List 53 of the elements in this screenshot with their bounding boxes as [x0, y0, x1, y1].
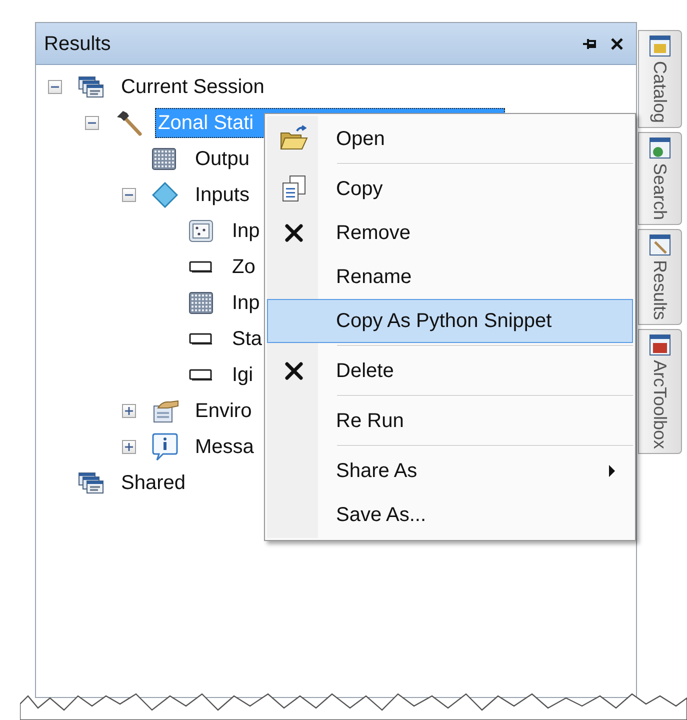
side-tab[interactable]: Catalog — [638, 30, 682, 128]
form-hand-icon — [152, 398, 180, 424]
map-layer-icon — [189, 220, 213, 242]
tree-item[interactable]: Messa — [192, 433, 257, 461]
menu-item[interactable]: Open — [267, 117, 633, 161]
menu-item[interactable]: Copy — [267, 167, 633, 211]
side-tab[interactable]: ArcToolbox — [638, 329, 682, 454]
window-hammer-icon — [649, 234, 671, 256]
side-tab[interactable]: Results — [638, 229, 682, 326]
plus-icon — [125, 407, 133, 415]
tree-item[interactable]: Zo — [229, 253, 258, 281]
expand-toggle[interactable] — [122, 440, 136, 454]
tree-item[interactable]: Igi — [229, 361, 256, 389]
collapse-toggle[interactable] — [48, 80, 62, 94]
tree-item[interactable]: Sta — [229, 325, 266, 353]
diamond-icon — [152, 182, 178, 208]
plus-icon — [125, 443, 133, 451]
expand-toggle[interactable] — [122, 404, 136, 418]
menu-item[interactable]: Rename — [267, 255, 633, 299]
panel-title: Results — [44, 32, 112, 56]
window-toolbox-icon — [649, 334, 671, 356]
windows-stack-icon — [78, 471, 104, 495]
text-field-icon — [189, 369, 213, 381]
windows-stack-icon — [78, 75, 104, 99]
text-field-icon — [189, 333, 213, 345]
tree-item[interactable]: Shared — [118, 469, 188, 497]
text-field-icon — [189, 261, 213, 273]
menu-item[interactable]: Delete — [267, 349, 633, 393]
menu-item[interactable]: Re Run — [267, 399, 633, 443]
tree-item[interactable]: Current Session — [118, 73, 268, 101]
menu-item[interactable]: Remove — [267, 211, 633, 255]
window-globe-icon — [649, 137, 671, 160]
side-tab[interactable]: Search — [638, 132, 682, 226]
tree-item[interactable]: Inp — [229, 289, 263, 317]
grid-icon — [152, 148, 176, 170]
tree-item[interactable]: Inputs — [192, 181, 252, 209]
collapse-toggle[interactable] — [122, 188, 136, 202]
copy-icon — [281, 175, 307, 203]
collapse-toggle[interactable] — [85, 116, 99, 130]
close-x-icon — [284, 361, 304, 381]
tree-item[interactable]: Outpu — [192, 145, 252, 173]
grid-icon — [189, 292, 213, 314]
window-folder-icon — [649, 35, 671, 57]
submenu-arrow-icon — [608, 464, 616, 478]
info-bubble-icon — [152, 433, 178, 461]
close-x-icon — [284, 223, 304, 243]
tree-item[interactable]: Inp — [229, 217, 263, 245]
menu-item[interactable]: Copy As Python Snippet — [267, 299, 633, 343]
menu-item[interactable]: Save As... — [267, 493, 633, 537]
menu-item[interactable]: Share As — [267, 449, 633, 493]
tree-item[interactable]: Enviro — [192, 397, 255, 425]
hammer-icon — [115, 109, 143, 137]
close-icon[interactable] — [610, 36, 624, 50]
